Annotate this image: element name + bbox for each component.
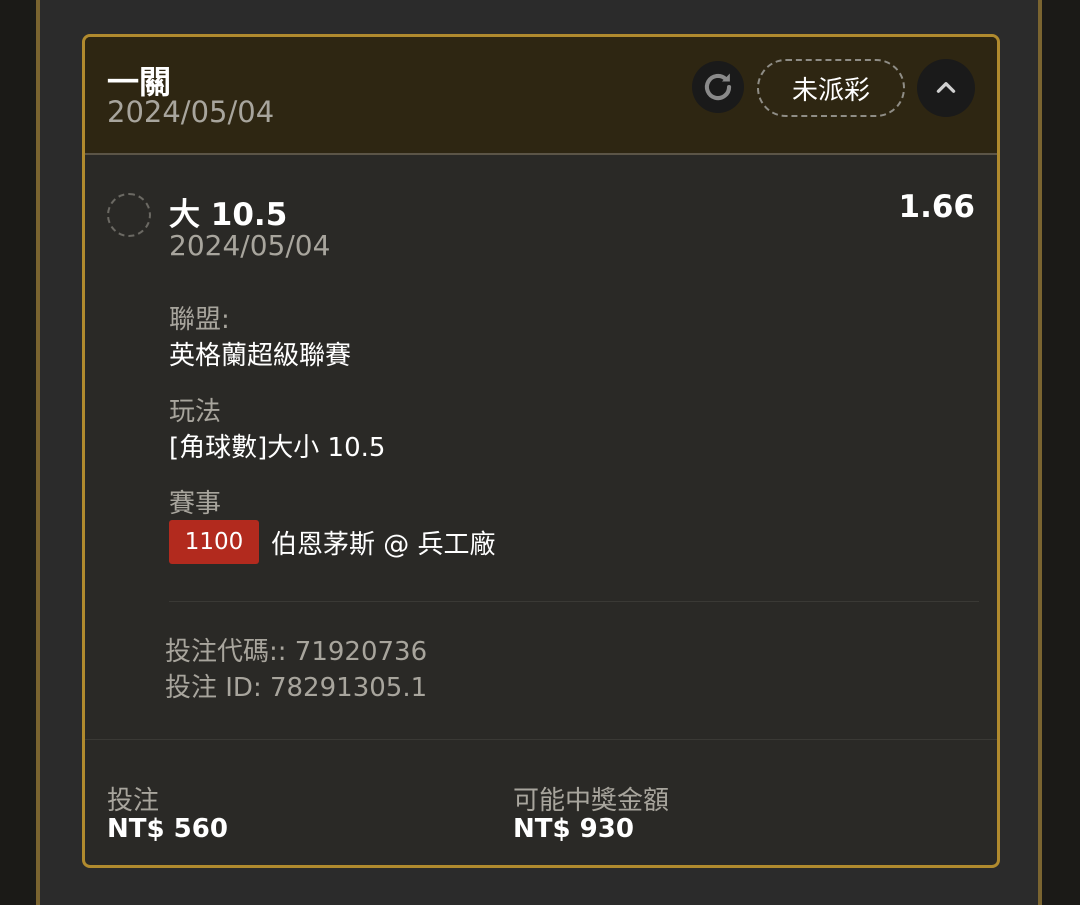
collapse-button[interactable] [917,59,975,117]
event-code-badge: 1100 [169,520,259,564]
bet-date: 2024/05/04 [169,229,331,262]
bet-selection: 大 10.5 [169,197,288,233]
market-value: [角球數]大小 10.5 [169,433,386,463]
bet-footer: 投注 NT$ 560 可能中獎金額 NT$ 930 [85,739,997,865]
refresh-icon [704,73,732,101]
stake-label: 投注 [107,786,160,816]
refresh-button[interactable] [692,61,744,113]
event-label: 賽事 [169,489,222,519]
league-label: 聯盟: [169,305,230,335]
market-label: 玩法 [169,397,222,427]
bet-card-header: 一關 2024/05/04 未派彩 [85,37,997,155]
chevron-up-icon [936,82,956,93]
bet-select-radio[interactable] [107,193,151,237]
payout-value: NT$ 930 [513,814,634,844]
bet-code: 投注代碼:: 71920736 [165,637,428,667]
bet-card: 一關 2024/05/04 未派彩 大 10.5 1.66 2024/05/04… [82,34,1000,868]
payout-label: 可能中獎金額 [513,786,670,816]
status-badge: 未派彩 [757,59,905,117]
divider [169,601,979,602]
event-row: 1100 伯恩茅斯 @ 兵工廠 [169,520,496,564]
bet-id: 投注 ID: 78291305.1 [165,673,428,703]
event-teams: 伯恩茅斯 @ 兵工廠 [271,529,496,560]
bet-header-date: 2024/05/04 [107,95,275,129]
stake-value: NT$ 560 [107,814,228,844]
league-value: 英格蘭超級聯賽 [169,341,352,371]
bet-odds: 1.66 [898,189,976,225]
